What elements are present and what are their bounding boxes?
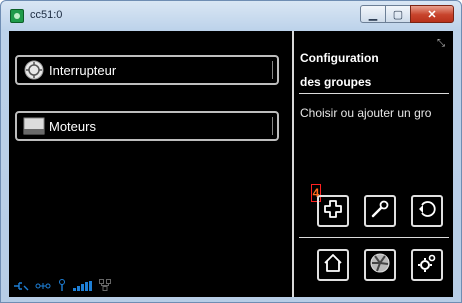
panel-description: Choisir ou ajouter un gro xyxy=(300,106,432,120)
settings-icon xyxy=(417,253,437,278)
app-window: cc51:0 ▁ ▢ ✕ Interrupteur Moteurs ⤡ Conf… xyxy=(0,0,462,303)
group-button-interrupteur[interactable]: Interrupteur xyxy=(15,55,279,85)
shutter-icon xyxy=(23,116,45,136)
resize-corner-icon: ⤡ xyxy=(437,38,445,49)
maximize-icon: ▢ xyxy=(392,8,404,21)
home-icon xyxy=(323,253,343,278)
close-icon: ✕ xyxy=(427,8,437,21)
group-list: Interrupteur Moteurs xyxy=(9,31,291,297)
network-icon xyxy=(35,278,51,296)
switch-icon xyxy=(23,60,45,80)
fan-icon xyxy=(369,252,391,279)
close-button[interactable]: ✕ xyxy=(410,5,454,23)
panel-title-line2: des groupes xyxy=(300,75,372,89)
minimize-button[interactable]: ▁ xyxy=(360,5,386,23)
settings-button[interactable] xyxy=(411,249,443,281)
config-panel: ⤡ Configuration des groupes Choisir ou a… xyxy=(295,31,453,297)
window-title: cc51:0 xyxy=(30,9,63,21)
title-bar[interactable]: cc51:0 ▁ ▢ ✕ xyxy=(1,1,461,31)
status-bar xyxy=(13,278,111,296)
edit-group-button[interactable] xyxy=(364,195,396,227)
panel-buttons-rule xyxy=(299,237,449,238)
lan-icon xyxy=(99,278,111,296)
connection-icon xyxy=(13,278,29,296)
group-label: Interrupteur xyxy=(49,62,117,78)
panel-title-line1: Configuration xyxy=(300,51,379,65)
wrench-icon xyxy=(370,199,390,224)
group-button-moteurs[interactable]: Moteurs xyxy=(15,111,279,141)
add-icon xyxy=(323,199,343,224)
app-icon xyxy=(10,9,24,23)
maximize-button[interactable]: ▢ xyxy=(385,5,411,23)
home-button[interactable] xyxy=(317,249,349,281)
signal-bars-icon xyxy=(73,278,93,296)
panel-divider xyxy=(292,31,294,297)
app-client-area: Interrupteur Moteurs ⤡ Configuration des… xyxy=(9,31,453,297)
group-label: Moteurs xyxy=(49,118,96,134)
undo-button[interactable] xyxy=(411,195,443,227)
add-group-button[interactable] xyxy=(317,195,349,227)
fan-button[interactable] xyxy=(364,249,396,281)
minimize-icon: ▁ xyxy=(368,8,378,21)
undo-icon xyxy=(417,199,437,224)
panel-title-rule xyxy=(299,93,449,94)
antenna-icon xyxy=(57,278,67,296)
